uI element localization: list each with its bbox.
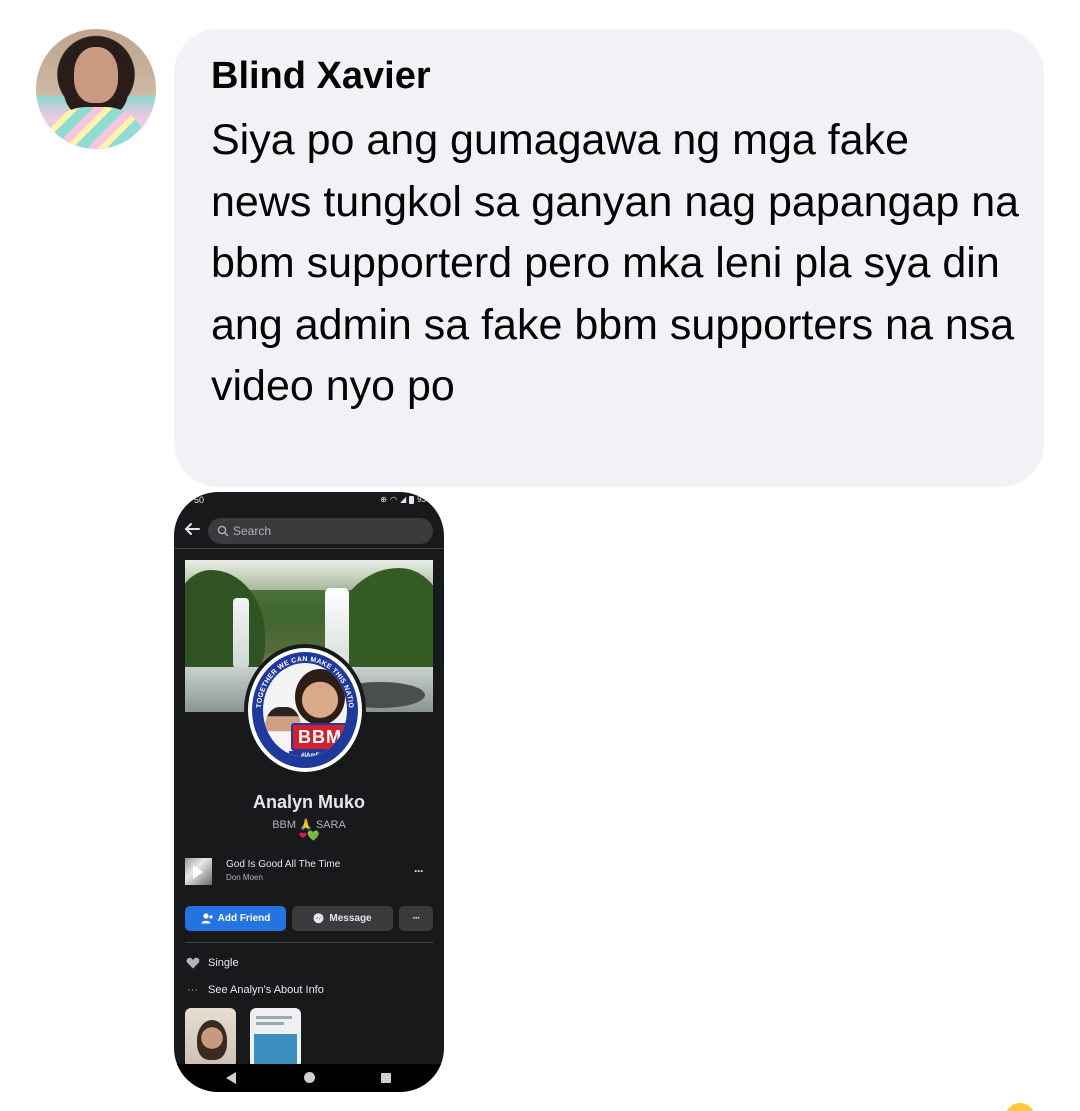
featured-photo-2[interactable] xyxy=(250,1008,301,1068)
svg-text:TOGETHER WE CAN MAKE THIS NATI: TOGETHER WE CAN MAKE THIS NATION GREAT A… xyxy=(252,652,354,709)
add-friend-button[interactable]: Add Friend xyxy=(185,906,286,931)
vibrate-icon: ⊕ xyxy=(380,495,387,504)
nav-back-icon[interactable] xyxy=(226,1072,236,1084)
messenger-icon xyxy=(313,913,324,924)
thumb-text-line xyxy=(256,1016,292,1019)
featured-photo-1[interactable] xyxy=(185,1008,236,1068)
more-options-button[interactable]: ··· xyxy=(399,906,433,931)
battery-level: 93 xyxy=(417,495,426,504)
red-heart-icon: ❤ xyxy=(298,831,307,842)
wifi-icon: ◠ xyxy=(389,495,397,504)
relationship-status: Single xyxy=(185,955,239,971)
add-friend-icon xyxy=(201,913,213,924)
signal-icon: ◢ xyxy=(399,495,407,504)
profile-frame-text: TOGETHER WE CAN MAKE THIS NATION GREAT A… xyxy=(252,652,354,709)
avatar-face xyxy=(74,47,118,103)
battery-icon xyxy=(409,495,415,504)
reaction-emoji-icon[interactable] xyxy=(1005,1103,1035,1111)
back-arrow-icon[interactable] xyxy=(183,520,201,538)
nav-recents-icon[interactable] xyxy=(381,1073,391,1083)
status-time: 50 xyxy=(194,495,205,505)
profile-bio-hearts: ❤💚 xyxy=(174,831,444,842)
status-icons: ⊕ ◠ ◢ 93 xyxy=(380,495,426,504)
nav-home-icon[interactable] xyxy=(304,1072,315,1083)
message-button[interactable]: Message xyxy=(292,906,393,931)
heart-icon xyxy=(185,956,200,970)
attached-screenshot[interactable]: 50 ⊕ ◠ ◢ 93 Search BBM #IAmForBBM TOGETH… xyxy=(174,492,444,1092)
relationship-label: Single xyxy=(208,957,239,969)
search-placeholder: Search xyxy=(233,524,272,538)
profile-bio: BBM 🙏 SARA xyxy=(272,819,346,831)
music-more-icon[interactable]: ··· xyxy=(414,864,424,878)
section-divider xyxy=(185,942,433,943)
comment-author[interactable]: Blind Xavier xyxy=(211,55,431,98)
cover-waterfall-left xyxy=(233,598,249,668)
featured-photo-person xyxy=(197,1020,227,1060)
search-input[interactable]: Search xyxy=(208,518,433,544)
thumb-image xyxy=(254,1034,297,1064)
message-label: Message xyxy=(329,913,372,924)
music-title: God Is Good All The Time xyxy=(226,859,341,870)
play-icon xyxy=(193,865,203,879)
commenter-avatar[interactable] xyxy=(36,29,156,149)
see-about-info[interactable]: ··· See Analyn's About Info xyxy=(185,982,324,998)
comment-text: Siya po ang gumagawa ng mga fake news tu… xyxy=(211,116,1020,410)
status-bar: 50 ⊕ ◠ ◢ 93 xyxy=(174,492,444,508)
about-info-label: See Analyn's About Info xyxy=(208,984,324,996)
music-artist: Don Moen xyxy=(226,873,263,882)
green-heart-icon: 💚 xyxy=(306,831,320,842)
android-nav-bar xyxy=(174,1064,444,1092)
header-divider xyxy=(174,548,444,549)
thumb-text-line xyxy=(256,1022,284,1025)
ring-slogan: TOGETHER WE CAN MAKE THIS NATION GREAT A… xyxy=(252,652,354,709)
search-icon xyxy=(217,525,229,537)
ellipsis-icon: ··· xyxy=(187,984,198,996)
music-play-button[interactable] xyxy=(185,858,212,885)
avatar-shirt xyxy=(46,107,146,149)
profile-name: Analyn Muko xyxy=(252,792,365,812)
profile-picture[interactable]: BBM #IAmForBBM TOGETHER WE CAN MAKE THIS… xyxy=(244,644,366,776)
add-friend-label: Add Friend xyxy=(217,913,271,924)
